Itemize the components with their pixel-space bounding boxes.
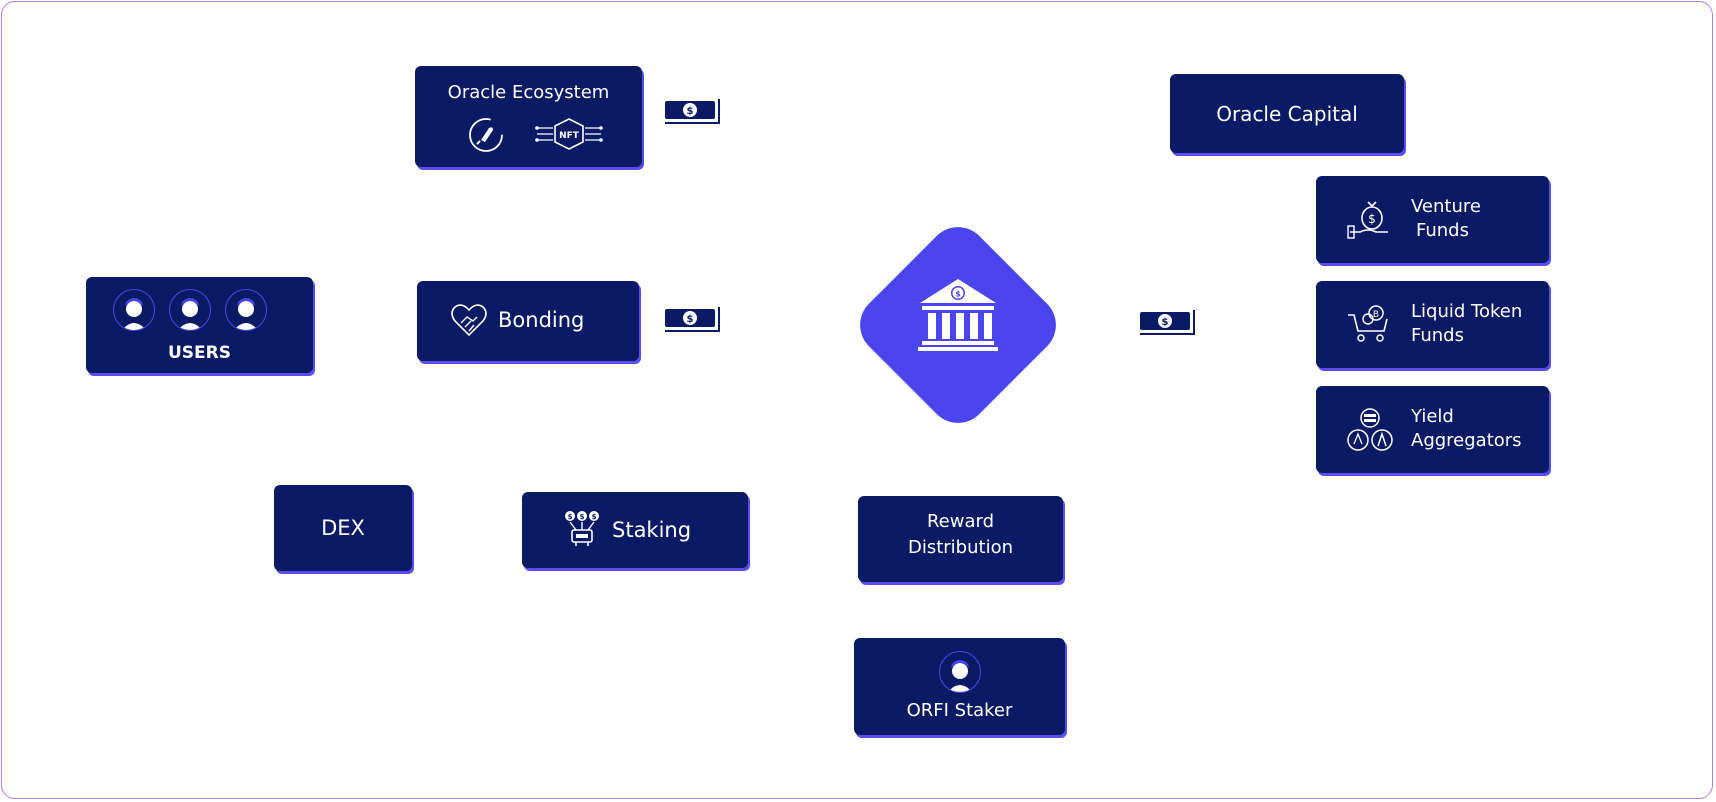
orfi-staker-label: ORFI Staker bbox=[906, 700, 1013, 721]
liquid-token-funds-card[interactable]: B Liquid Token Funds bbox=[1316, 281, 1549, 368]
oracle-capital-card[interactable]: Oracle Capital bbox=[1170, 74, 1404, 153]
dex-card[interactable]: DEX bbox=[274, 485, 412, 571]
yield-aggregators-label-line2: Aggregators bbox=[1411, 430, 1522, 451]
reward-distribution-label-line2: Distribution bbox=[907, 537, 1013, 558]
dex-label: DEX bbox=[321, 516, 365, 540]
money-bill-icon: $ bbox=[663, 303, 723, 337]
handshake-heart-icon bbox=[449, 301, 489, 341]
crypto-cart-icon: B bbox=[1346, 301, 1392, 347]
orfi-staker-card[interactable]: ORFI Staker bbox=[854, 638, 1065, 735]
users-card[interactable]: USERS bbox=[86, 277, 313, 373]
crypto-coins-icon bbox=[1347, 408, 1393, 454]
money-bill-icon: $ bbox=[1138, 306, 1198, 340]
svg-text:$: $ bbox=[687, 106, 694, 117]
nft-chip-icon: NFT bbox=[535, 116, 603, 152]
rocket-icon bbox=[467, 116, 505, 154]
oracle-capital-label: Oracle Capital bbox=[1216, 101, 1358, 126]
venture-funds-label-line1: Venture bbox=[1411, 196, 1481, 217]
liquid-token-funds-label-line1: Liquid Token bbox=[1411, 301, 1523, 322]
venture-funds-label-line2: Funds bbox=[1416, 220, 1469, 241]
staking-card[interactable]: $ $ $ Staking bbox=[522, 492, 748, 568]
venture-funds-card[interactable]: $ Venture Funds bbox=[1316, 176, 1549, 263]
reward-distribution-card[interactable]: Reward Distribution bbox=[858, 496, 1063, 582]
svg-text:$: $ bbox=[1162, 317, 1169, 328]
money-bag-hand-icon: $ bbox=[1346, 196, 1392, 242]
user-avatar-icon bbox=[169, 289, 211, 331]
bonding-card[interactable]: Bonding bbox=[417, 281, 639, 361]
svg-text:$: $ bbox=[687, 314, 694, 325]
money-bill-icon: $ bbox=[663, 95, 723, 129]
svg-text:$: $ bbox=[1368, 212, 1376, 226]
bonding-label: Bonding bbox=[498, 308, 585, 332]
oracle-ecosystem-label: Oracle Ecosystem bbox=[447, 82, 610, 103]
treasury-diamond: $ bbox=[840, 207, 1076, 443]
svg-text:B: B bbox=[1373, 310, 1379, 320]
reward-distribution-label-line1: Reward bbox=[926, 511, 995, 532]
svg-text:$: $ bbox=[955, 290, 961, 299]
users-label: USERS bbox=[168, 343, 231, 363]
yield-aggregators-card[interactable]: Yield Aggregators bbox=[1316, 386, 1549, 473]
staking-label: Staking bbox=[612, 518, 692, 542]
user-avatar-icon bbox=[113, 289, 155, 331]
user-avatar-icon bbox=[225, 289, 267, 331]
svg-text:$: $ bbox=[568, 513, 573, 521]
money-tree-icon: $ $ $ bbox=[564, 510, 600, 548]
yield-aggregators-label-line1: Yield bbox=[1411, 406, 1454, 427]
oracle-ecosystem-card[interactable]: Oracle Ecosystem NFT bbox=[415, 66, 642, 167]
user-avatar-icon bbox=[939, 651, 981, 693]
svg-text:$: $ bbox=[592, 513, 597, 521]
liquid-token-funds-label-line2: Funds bbox=[1411, 325, 1464, 346]
svg-text:NFT: NFT bbox=[559, 131, 580, 141]
svg-text:$: $ bbox=[580, 513, 585, 521]
